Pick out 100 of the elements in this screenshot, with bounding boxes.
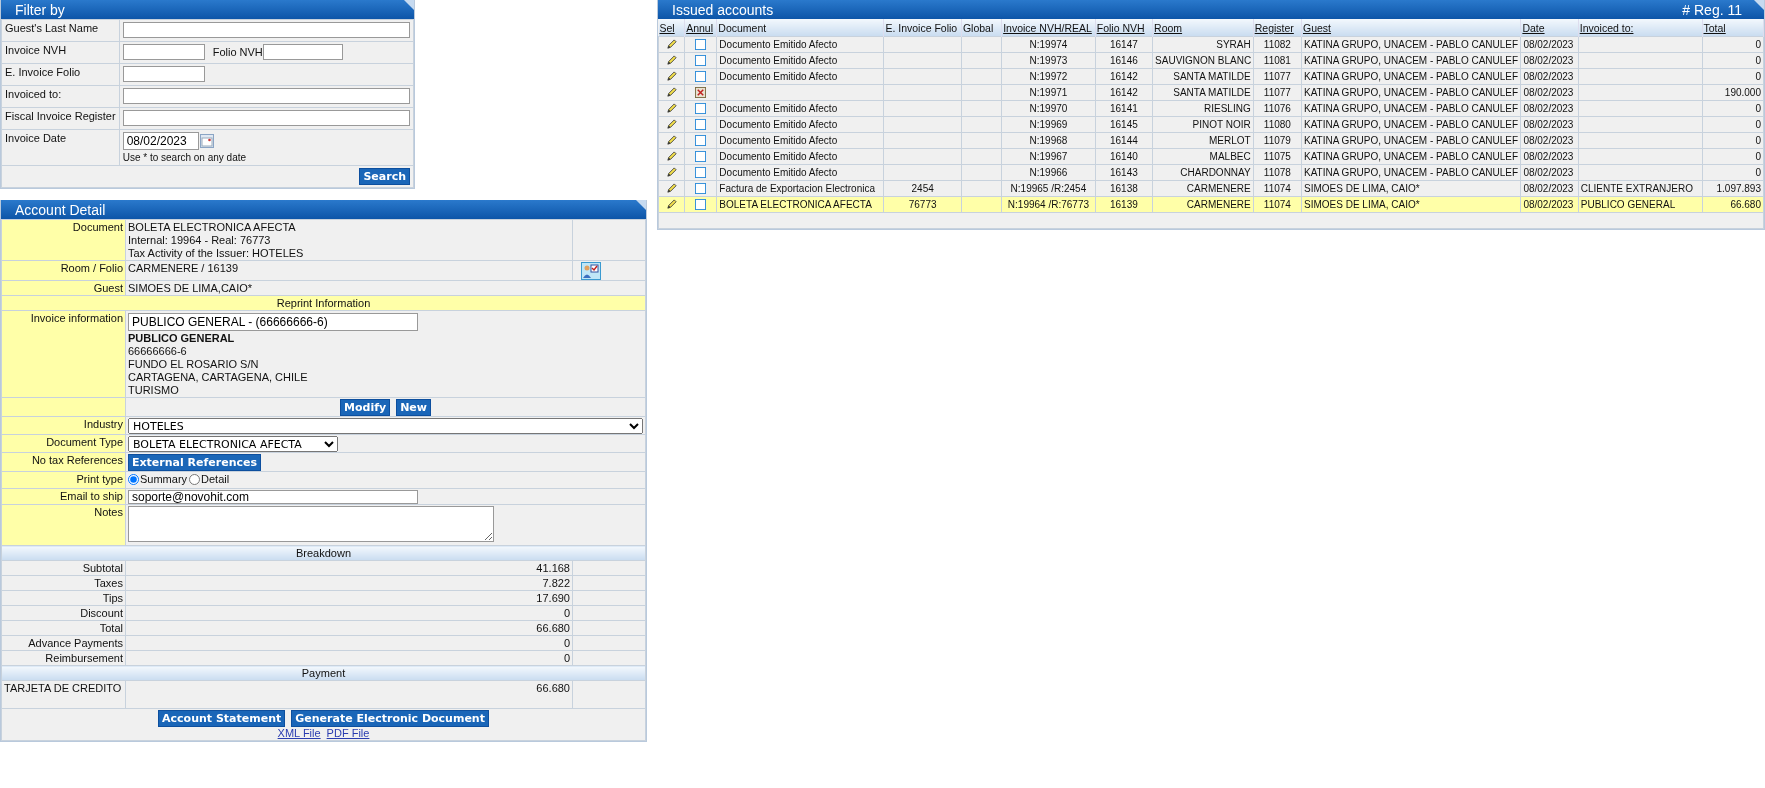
- action-button[interactable]: New: [396, 399, 431, 416]
- breakdown-value: 0: [563, 637, 570, 649]
- pencil-icon[interactable]: [666, 55, 678, 66]
- breakdown-label: Tips: [102, 592, 123, 604]
- table-row[interactable]: Documento Emitido Afecto N:19974 16147 SYRAH 11082 KATINA GRUPO, UNACEM - PABLO CANULEF 08/02/2023 0: [658, 36, 1764, 53]
- search-button[interactable]: Search: [359, 168, 410, 185]
- table-row[interactable]: N:19971 16142 SANTA MATILDE 11077 KATINA GRUPO, UNACEM - PABLO CANULEF 08/02/2023 190.000: [658, 84, 1764, 101]
- invoice-info-field[interactable]: PUBLICO GENERAL - (66666666-6): [128, 313, 418, 331]
- record-count: # Reg. 11: [1682, 1, 1742, 18]
- pencil-icon[interactable]: [666, 167, 678, 178]
- table-row[interactable]: Factura de Exportacion Electronica 2454 N:19965 /R:2454 16138 CARMENERE 11074 SIMOES DE LIMA, CAIO* 08/02/2023 CLIENTE EXTRANJERO 1.097.893: [658, 180, 1764, 197]
- checkbox[interactable]: [695, 55, 707, 66]
- sortable-column-header[interactable]: Date: [1520, 19, 1579, 37]
- email-field[interactable]: soporte@novohit.com: [128, 490, 418, 504]
- field-label: Notes: [94, 506, 123, 518]
- checkbox[interactable]: [695, 167, 707, 178]
- pencil-icon[interactable]: [666, 151, 678, 162]
- print-type-radio[interactable]: [128, 474, 139, 485]
- sortable-column-header[interactable]: Room: [1152, 19, 1254, 37]
- table-cell: 190.000: [1724, 87, 1761, 98]
- input-field[interactable]: [122, 66, 205, 82]
- payment-amount: 66.680: [536, 682, 570, 694]
- table-row[interactable]: Documento Emitido Afecto N:19966 16143 CHARDONNAY 11078 KATINA GRUPO, UNACEM - PABLO CANULEF 08/02/2023 0: [658, 164, 1764, 181]
- checkbox[interactable]: [695, 119, 707, 130]
- pencil-icon[interactable]: [666, 183, 678, 194]
- action-button[interactable]: Account Statement: [158, 710, 286, 727]
- table-cell: N:19973: [1029, 55, 1068, 66]
- table-cell: BOLETA ELECTRONICA AFECTA: [719, 199, 872, 210]
- file-link[interactable]: XML File: [277, 727, 321, 739]
- annulled-checkbox[interactable]: [695, 87, 707, 98]
- checkbox[interactable]: [695, 71, 707, 82]
- table-row[interactable]: Documento Emitido Afecto N:19970 16141 RIESLING 11076 KATINA GRUPO, UNACEM - PABLO CANULEF 08/02/2023 0: [658, 100, 1764, 117]
- checkbox[interactable]: [695, 183, 707, 194]
- sortable-column-header[interactable]: Register: [1253, 19, 1302, 37]
- document-type-select[interactable]: BOLETA ELECTRONICA AFECTA: [128, 436, 338, 452]
- pencil-icon[interactable]: [666, 39, 678, 50]
- breakdown-value: 66.680: [536, 622, 570, 634]
- customer-detail-text: FUNDO EL ROSARIO S/N: [128, 358, 260, 371]
- panel-title: Account Detail: [15, 201, 107, 218]
- table-cell: KATINA GRUPO, UNACEM - PABLO CANULEF: [1304, 71, 1519, 82]
- input-field[interactable]: [122, 88, 410, 104]
- table-cell: Documento Emitido Afecto: [719, 39, 838, 50]
- table-row[interactable]: Documento Emitido Afecto N:19969 16145 PINOT NOIR 11080 KATINA GRUPO, UNACEM - PABLO CANULEF 08/02/2023 0: [658, 116, 1764, 133]
- breakdown-label: Discount: [80, 607, 123, 619]
- table-row[interactable]: Documento Emitido Afecto N:19967 16140 MALBEC 11075 KATINA GRUPO, UNACEM - PABLO CANULEF 08/02/2023 0: [658, 148, 1764, 165]
- table-cell: CHARDONNAY: [1180, 167, 1251, 178]
- input-field[interactable]: [262, 44, 343, 60]
- action-button[interactable]: Generate Electronic Document: [291, 710, 489, 727]
- input-field[interactable]: [122, 22, 410, 38]
- table-row[interactable]: Documento Emitido Afecto N:19973 16146 SAUVIGNON BLANC 11081 KATINA GRUPO, UNACEM - PABLO CANULEF 08/02/2023 0: [658, 52, 1764, 69]
- table-cell: SAUVIGNON BLANC: [1155, 55, 1252, 66]
- checkbox[interactable]: [695, 135, 707, 146]
- table-cell: SIMOES DE LIMA, CAIO*: [1304, 199, 1420, 210]
- sortable-column-header[interactable]: Total: [1702, 19, 1764, 37]
- date-field[interactable]: 08/02/2023: [122, 132, 199, 150]
- pencil-icon[interactable]: [666, 199, 678, 210]
- sortable-column-header[interactable]: Folio NVH: [1095, 19, 1153, 37]
- print-type-radio[interactable]: [189, 474, 201, 485]
- sortable-column-header[interactable]: Sel: [658, 19, 685, 37]
- table-cell: 08/02/2023: [1523, 135, 1574, 146]
- pencil-icon[interactable]: [666, 119, 678, 130]
- breakdown-label: Reimbursement: [45, 652, 123, 664]
- breakdown-label: Subtotal: [82, 562, 123, 574]
- field-label: Invoice Date: [5, 132, 67, 144]
- section-heading: Reprint Information: [276, 297, 371, 309]
- notes-field[interactable]: [128, 506, 494, 542]
- pencil-icon[interactable]: [666, 135, 678, 146]
- sortable-column-header[interactable]: Guest: [1301, 19, 1521, 37]
- checkbox[interactable]: [695, 151, 707, 162]
- pencil-icon[interactable]: [666, 103, 678, 114]
- breakdown-value: 41.168: [536, 562, 570, 574]
- sortable-column-header[interactable]: Invoice NVH/REAL: [1001, 19, 1096, 37]
- field-label: Invoiced to:: [5, 88, 62, 100]
- pencil-icon[interactable]: [666, 87, 678, 98]
- input-field[interactable]: [122, 44, 205, 60]
- pencil-icon[interactable]: [666, 71, 678, 82]
- sortable-column-header[interactable]: Annul: [684, 19, 717, 37]
- table-cell: N:19964 /R:76773: [1007, 199, 1089, 210]
- table-cell: KATINA GRUPO, UNACEM - PABLO CANULEF: [1304, 87, 1519, 98]
- table-cell: SANTA MATILDE: [1173, 71, 1251, 82]
- table-row[interactable]: Documento Emitido Afecto N:19968 16144 MERLOT 11079 KATINA GRUPO, UNACEM - PABLO CANULEF 08/02/2023 0: [658, 132, 1764, 149]
- table-cell: 16145: [1110, 119, 1138, 130]
- file-link[interactable]: PDF File: [326, 727, 370, 739]
- table-row[interactable]: BOLETA ELECTRONICA AFECTA 76773 N:19964 /R:76773 16139 CARMENERE 11074 SIMOES DE LIMA, CAIO* 08/02/2023 PUBLICO GENERAL 66.680: [658, 196, 1764, 213]
- action-button[interactable]: Modify: [340, 399, 391, 416]
- hint-text: Use * to search on any date: [122, 152, 248, 163]
- checkbox[interactable]: [695, 199, 707, 210]
- industry-select[interactable]: HOTELES: [128, 418, 643, 434]
- table-cell: 11074: [1263, 183, 1291, 194]
- table-cell: 0: [1755, 39, 1761, 50]
- sortable-column-header[interactable]: Invoiced to:: [1578, 19, 1702, 37]
- external-references-button[interactable]: External References: [128, 454, 262, 471]
- checkbox[interactable]: [695, 39, 707, 50]
- calendar-icon[interactable]: [199, 134, 214, 148]
- table-cell: 0: [1755, 151, 1761, 162]
- guest-check-icon[interactable]: [581, 262, 601, 280]
- input-field[interactable]: [122, 110, 410, 126]
- table-cell: Documento Emitido Afecto: [719, 167, 838, 178]
- table-row[interactable]: Documento Emitido Afecto N:19972 16142 SANTA MATILDE 11077 KATINA GRUPO, UNACEM - PABLO CANULEF 08/02/2023 0: [658, 68, 1764, 85]
- checkbox[interactable]: [695, 103, 707, 114]
